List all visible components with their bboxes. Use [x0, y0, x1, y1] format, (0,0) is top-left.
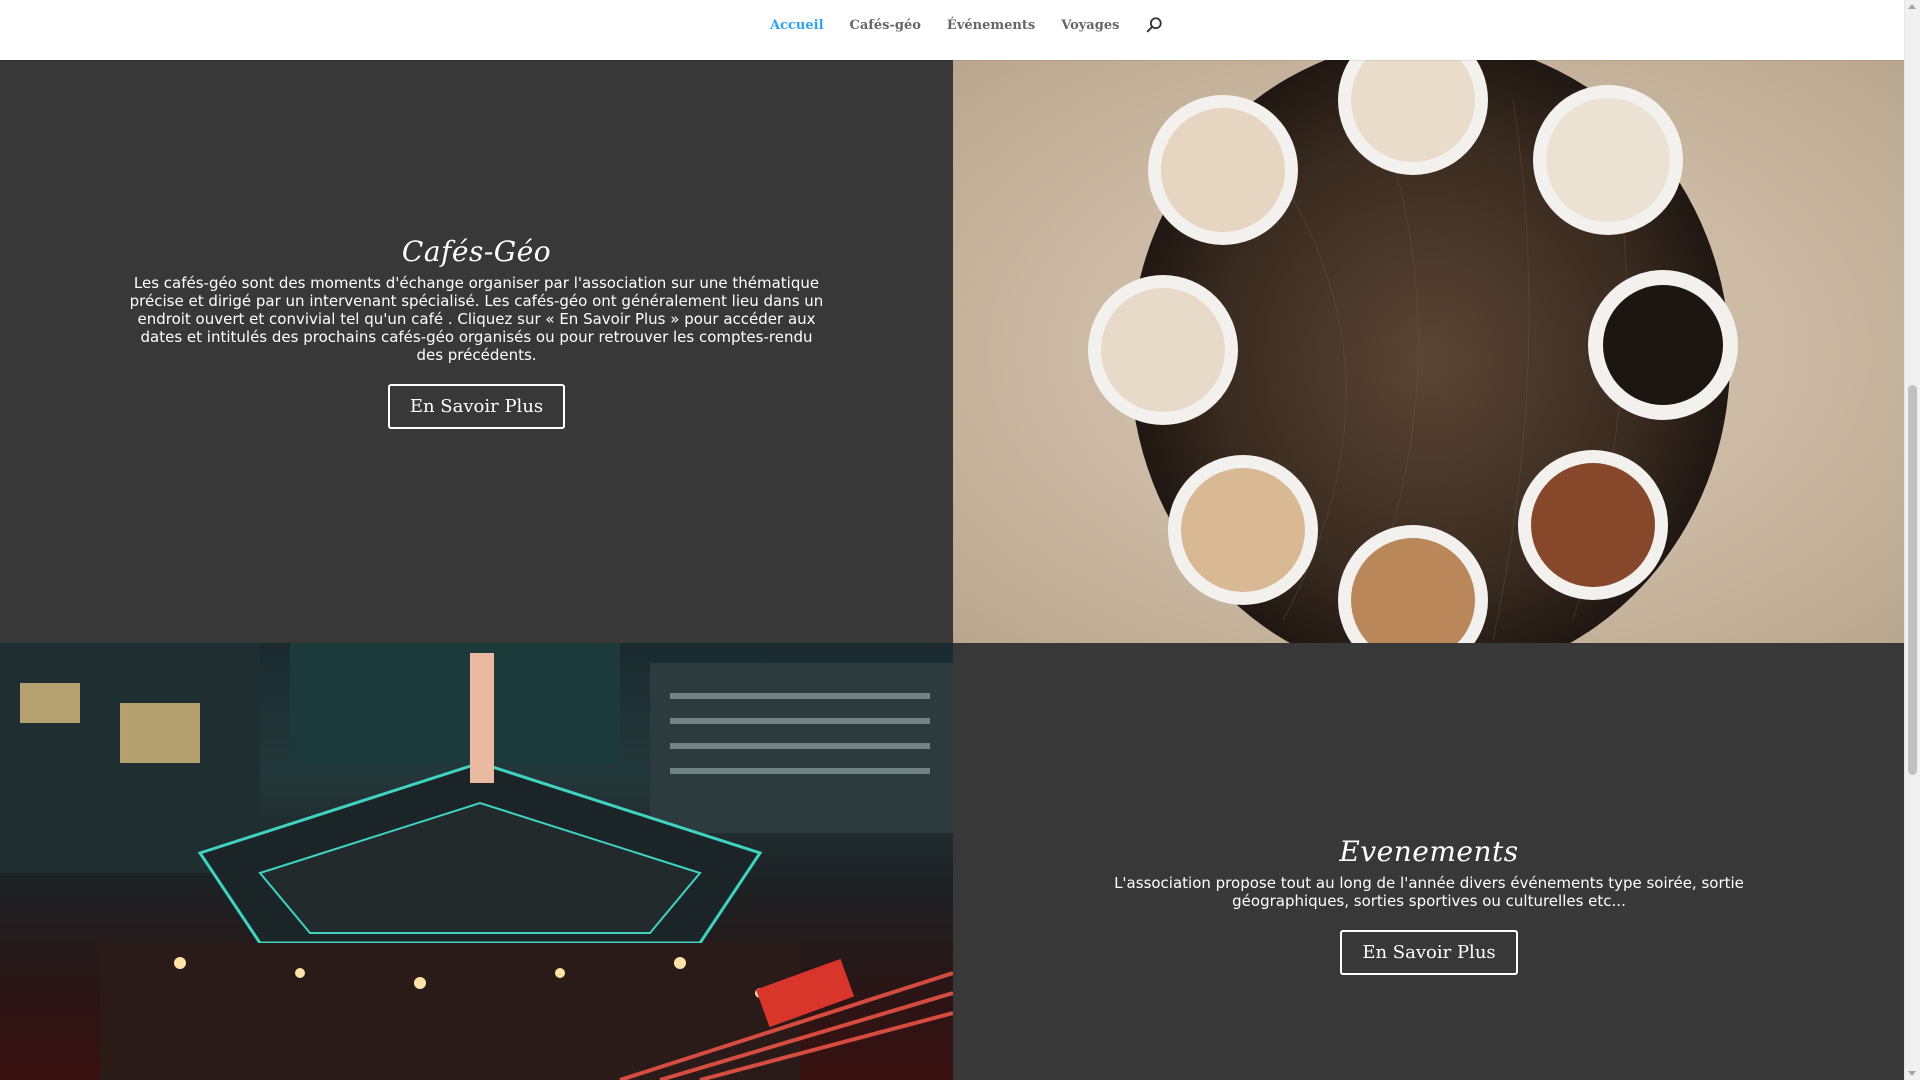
nav-item-cafes-geo[interactable]: Cafés-géo: [850, 18, 921, 33]
search-icon[interactable]: [1145, 16, 1163, 34]
nav-item-evenements[interactable]: Événements: [947, 18, 1035, 33]
page-scrollbar[interactable]: [1904, 0, 1920, 1080]
evenements-title: Evenements: [1339, 835, 1519, 868]
city-night-image: [0, 643, 953, 1080]
evenements-description: L'association propose tout au long de l'…: [1114, 874, 1744, 910]
main-menu: Accueil Cafés-géo Événements Voyages: [770, 0, 1163, 50]
scrollbar-thumb[interactable]: [1908, 385, 1917, 775]
scroll-down-arrow-icon[interactable]: [1908, 1071, 1916, 1076]
top-navigation-bar: Accueil Cafés-géo Événements Voyages: [0, 0, 1905, 60]
nav-item-accueil[interactable]: Accueil: [770, 18, 824, 33]
cafes-geo-section: Cafés-Géo Les cafés-géo sont des moments…: [0, 60, 953, 643]
coffee-illustration: [1088, 60, 1738, 643]
coffee-cups-image: [953, 60, 1905, 643]
evenements-section: Evenements L'association propose tout au…: [953, 643, 1905, 1080]
city-illustration: [0, 643, 953, 1080]
cafes-geo-title: Cafés-Géo: [401, 235, 552, 268]
evenements-more-button[interactable]: En Savoir Plus: [1340, 930, 1518, 975]
cafes-geo-description: Les cafés-géo sont des moments d'échange…: [129, 274, 824, 364]
nav-item-voyages[interactable]: Voyages: [1061, 18, 1119, 33]
cafes-geo-more-button[interactable]: En Savoir Plus: [387, 384, 566, 429]
scroll-up-arrow-icon[interactable]: [1908, 4, 1916, 9]
